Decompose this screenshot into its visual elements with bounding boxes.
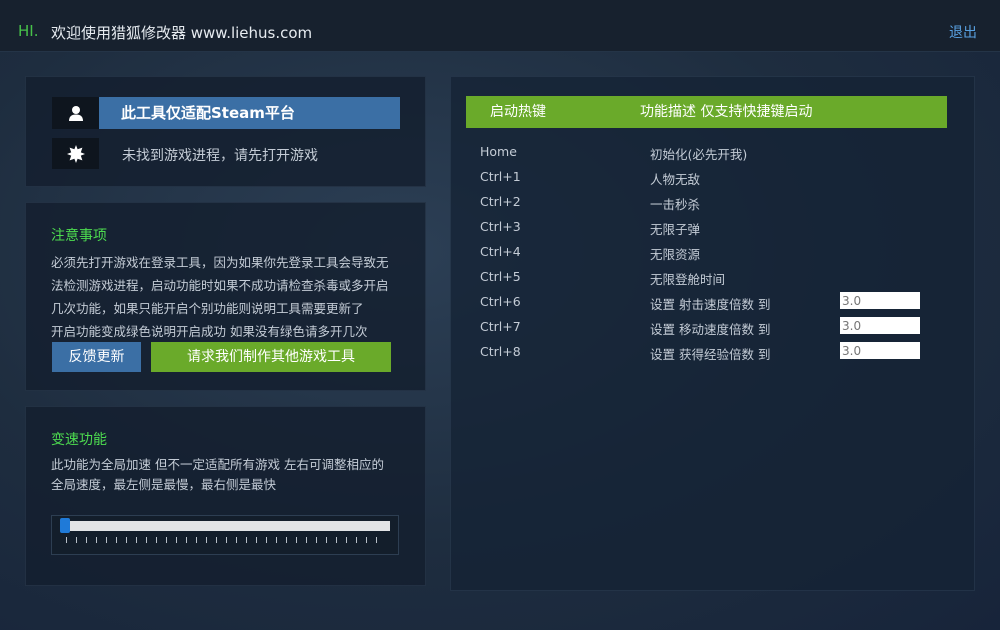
shoot-speed-input[interactable] [840,292,920,309]
slider-ticks [66,537,386,543]
hotkey-key: Ctrl+5 [480,269,521,284]
hotkey-desc: 无限资源 [650,247,701,262]
hotkey-desc: 人物无敌 [650,172,701,187]
hotkey-key: Home [480,144,517,159]
speed-line: 全局速度，最左侧是最慢，最右侧是最快 [51,477,277,492]
hotkey-key: Ctrl+7 [480,319,521,334]
hotkey-row: Ctrl+4 无限资源 [451,244,971,264]
logout-link[interactable]: 退出 [949,22,977,42]
user-icon [52,97,99,129]
title-bar: HI. 欢迎使用猎狐修改器 www.liehus.com 退出 [0,0,1000,52]
greeting-prefix: HI. [18,22,39,40]
hotkey-desc: 设置 射击速度倍数 到 [650,297,771,312]
hotkey-desc: 一击秒杀 [650,197,701,212]
request-game-button[interactable]: 请求我们制作其他游戏工具 [151,342,391,372]
hotkey-row: Home 初始化(必先开我) [451,144,971,164]
hotkey-row: Ctrl+2 一击秒杀 [451,194,971,214]
hotkey-desc: 设置 移动速度倍数 到 [650,322,771,337]
notice-line: 几次功能，如果只能开启个别功能则说明工具需要更新了 [51,301,364,316]
notice-line: 必须先打开游戏在登录工具，因为如果你先登录工具会导致无 [51,255,389,270]
hotkey-row: Ctrl+5 无限登舱时间 [451,269,971,289]
hotkeys-panel: 启动热键 功能描述 仅支持快捷键启动 Home 初始化(必先开我) Ctrl+1… [450,76,975,591]
speed-slider[interactable] [51,515,399,555]
slider-track[interactable] [64,521,390,531]
hotkey-row: Ctrl+8 设置 获得经验倍数 到 [451,342,971,364]
hotkey-key: Ctrl+3 [480,219,521,234]
hotkeys-header: 启动热键 功能描述 仅支持快捷键启动 [466,96,947,128]
exp-multiplier-input[interactable] [840,342,920,359]
hotkey-key: Ctrl+2 [480,194,521,209]
hotkey-key: Ctrl+8 [480,344,521,359]
description-column-header: 功能描述 仅支持快捷键启动 [640,104,813,120]
notice-panel: 注意事项 必须先打开游戏在登录工具，因为如果你先登录工具会导致无 法检测游戏进程… [25,202,426,391]
hotkey-row: Ctrl+1 人物无敌 [451,169,971,189]
speed-panel: 变速功能 此功能为全局加速 但不一定适配所有游戏 左右可调整相应的 全局速度，最… [25,406,426,586]
move-speed-input[interactable] [840,317,920,334]
welcome-text: 欢迎使用猎狐修改器 www.liehus.com [51,24,313,42]
hotkey-column-header: 启动热键 [490,104,546,120]
hotkey-row: Ctrl+3 无限子弹 [451,219,971,239]
hotkey-desc: 无限登舱时间 [650,272,726,287]
gear-icon [52,138,99,169]
hotkey-key: Ctrl+1 [480,169,521,184]
hotkey-key: Ctrl+4 [480,244,521,259]
hotkey-desc: 初始化(必先开我) [650,147,748,162]
platform-banner: 此工具仅适配Steam平台 [99,97,400,129]
speed-title: 变速功能 [51,432,107,448]
hotkey-row: Ctrl+6 设置 射击速度倍数 到 [451,292,971,314]
speed-line: 此功能为全局加速 但不一定适配所有游戏 左右可调整相应的 [51,457,384,472]
slider-thumb[interactable] [60,518,70,533]
notice-line: 开启功能变成绿色说明开启成功 如果没有绿色请多开几次 [51,324,368,339]
hotkey-key: Ctrl+6 [480,294,521,309]
feedback-button[interactable]: 反馈更新 [52,342,141,372]
hotkey-desc: 设置 获得经验倍数 到 [650,347,771,362]
notice-line: 法检测游戏进程，启动功能时如果不成功请检查杀毒或多开启 [51,278,389,293]
status-panel: 此工具仅适配Steam平台 未找到游戏进程，请先打开游戏 [25,76,426,187]
process-status: 未找到游戏进程，请先打开游戏 [122,148,318,164]
hotkey-desc: 无限子弹 [650,222,701,237]
notice-title: 注意事项 [51,228,107,244]
hotkey-row: Ctrl+7 设置 移动速度倍数 到 [451,317,971,339]
